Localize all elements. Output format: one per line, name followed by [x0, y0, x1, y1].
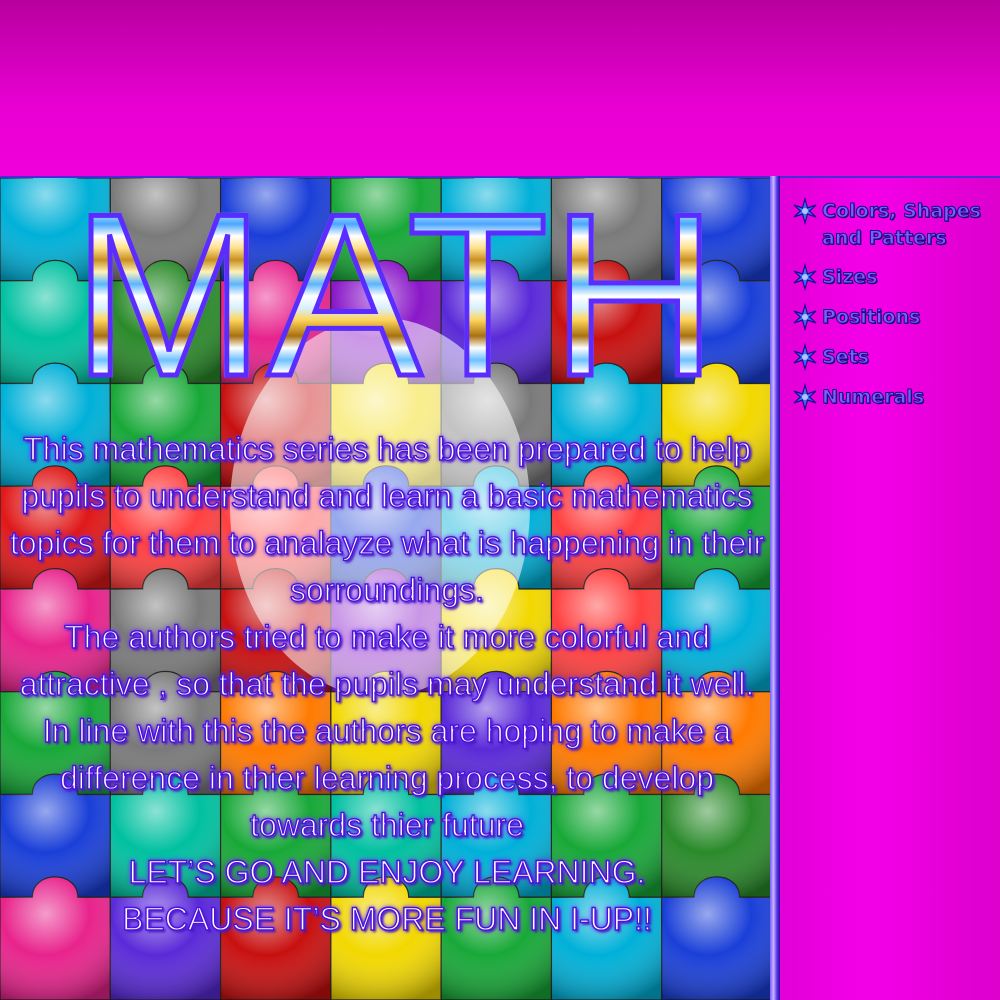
intro-paragraph-1: This mathematics series has been prepare…: [9, 430, 765, 608]
page-title: MATH: [70, 176, 721, 425]
nav-item-sizes[interactable]: Sizes: [788, 262, 1000, 292]
page: MATH This mathematics series has been pr…: [0, 0, 1000, 1000]
asterisk-bullet-icon: [793, 342, 817, 372]
asterisk-bullet-icon: [793, 302, 817, 332]
nav-item-sets[interactable]: Sets: [788, 342, 1000, 372]
nav-item-positions[interactable]: Positions: [788, 302, 1000, 332]
nav-list: Colors, Shapes and Patters Sizes Positio…: [780, 178, 1000, 412]
sidebar-nav: Colors, Shapes and Patters Sizes Positio…: [780, 176, 1000, 1000]
intro-paragraph-3: In line with this the authors are hoping…: [42, 712, 732, 843]
nav-item-numerals[interactable]: Numerals: [788, 382, 1000, 412]
asterisk-bullet-icon: [793, 262, 817, 292]
asterisk-bullet-icon: [793, 382, 817, 412]
intro-paragraph-2: The authors tried to make it more colorf…: [19, 618, 755, 702]
nav-label-positions: Positions: [821, 306, 921, 329]
slogan-line-1: LET’S GO AND ENJOY LEARNING.: [128, 853, 646, 890]
nav-label-sizes: Sizes: [821, 266, 878, 289]
header-band: [0, 0, 1000, 176]
nav-label-sets: Sets: [822, 346, 870, 369]
nav-label-colors-shapes-patterns: Colors, Shapes and Patters: [822, 200, 982, 250]
panel-divider: [770, 176, 780, 1000]
nav-item-colors-shapes-patterns[interactable]: Colors, Shapes and Patters: [788, 196, 1000, 252]
asterisk-bullet-icon: [793, 196, 817, 226]
intro-text: This mathematics series has been prepare…: [6, 426, 768, 943]
main-content-panel: MATH This mathematics series has been pr…: [0, 176, 772, 1000]
nav-label-numerals: Numerals: [821, 386, 925, 409]
slogan-line-2: BECAUSE IT’S MORE FUN IN I-UP!!: [121, 900, 652, 937]
